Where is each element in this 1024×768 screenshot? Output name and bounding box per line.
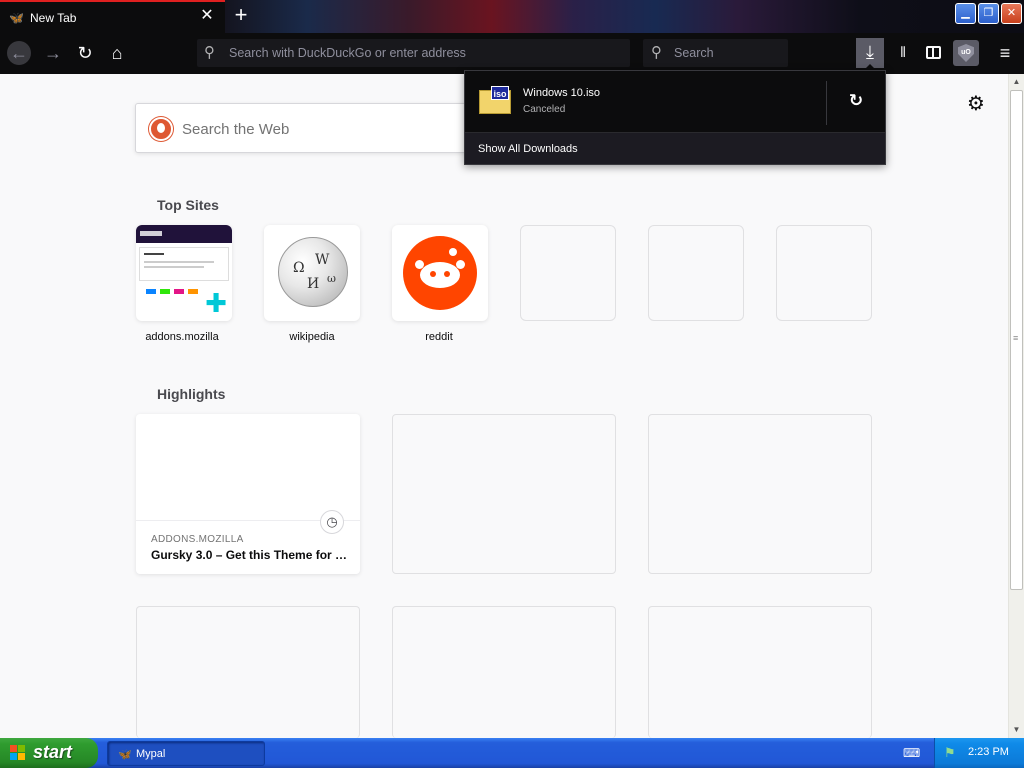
top-site-wikipedia[interactable]: Ω W И ω	[264, 225, 360, 321]
highlight-title: Gursky 3.0 – Get this Theme for …	[151, 548, 348, 562]
tray-clock[interactable]: 2:23 PM	[968, 746, 1009, 758]
highlight-host: ADDONS.MOZILLA	[151, 534, 244, 545]
search-bar[interactable]: ⚲ Search	[643, 39, 788, 67]
address-bar[interactable]: ⚲ Search with DuckDuckGo or enter addres…	[197, 39, 630, 67]
download-item[interactable]: iso Windows 10.iso Canceled ↻	[465, 71, 885, 132]
highlights-heading: Highlights	[157, 386, 226, 402]
forward-arrow-icon[interactable]: →	[41, 41, 65, 65]
search-icon: ⚲	[204, 44, 215, 61]
downloads-panel: iso Windows 10.iso Canceled ↻ Show All D…	[464, 70, 886, 165]
download-file-name: Windows 10.iso	[523, 87, 601, 99]
minimize-window-button[interactable]: ▁	[955, 3, 976, 24]
ublock-badge: uO	[958, 44, 974, 62]
top-site-empty-slot[interactable]	[776, 225, 872, 321]
reddit-logo-icon	[403, 236, 477, 310]
web-search-placeholder: Search the Web	[182, 121, 290, 138]
show-all-downloads-button[interactable]: Show All Downloads	[465, 132, 885, 164]
taskbar-item-mypal[interactable]: 🦋 Mypal	[107, 741, 265, 766]
scroll-down-arrow-icon[interactable]: ▼	[1009, 722, 1024, 737]
top-site-reddit[interactable]	[392, 225, 488, 321]
clock-icon: ◷	[320, 510, 344, 534]
highlight-empty-slot	[392, 414, 616, 574]
close-window-button[interactable]: ✕	[1001, 3, 1022, 24]
retry-download-icon[interactable]: ↻	[842, 89, 870, 113]
iso-file-icon: iso	[479, 86, 511, 114]
top-sites-heading: Top Sites	[157, 197, 219, 213]
tab-new-tab[interactable]: 🦋 New Tab ✕	[0, 0, 225, 33]
gear-icon[interactable]: ⚙	[965, 93, 987, 115]
highlight-card[interactable]: ◷ ADDONS.MOZILLA Gursky 3.0 – Get this T…	[136, 414, 360, 574]
ublock-origin-icon[interactable]: uO	[953, 40, 979, 66]
reload-icon[interactable]: ↻	[73, 41, 97, 65]
top-site-empty-slot[interactable]	[648, 225, 744, 321]
highlight-preview	[136, 414, 360, 521]
close-tab-icon[interactable]: ✕	[199, 8, 215, 24]
highlight-empty-slot	[392, 606, 616, 738]
download-status: Canceled	[523, 104, 566, 115]
highlight-empty-slot	[648, 606, 872, 738]
sidebar-toggle-icon[interactable]	[923, 42, 945, 64]
start-button[interactable]: start	[0, 738, 98, 768]
scrollbar-thumb[interactable]	[1010, 90, 1023, 590]
taskbar-item-label: Mypal	[136, 748, 166, 760]
highlight-empty-slot	[136, 606, 360, 738]
tab-title: New Tab	[30, 11, 77, 25]
hamburger-menu-icon[interactable]: ≡	[994, 41, 1016, 65]
highlight-empty-slot	[648, 414, 872, 574]
web-search-box[interactable]: Search the Web	[135, 103, 480, 153]
puzzle-piece-icon: ✚	[198, 285, 232, 321]
wikipedia-globe-icon: Ω W И ω	[278, 237, 348, 307]
duckduckgo-icon	[149, 117, 173, 141]
show-all-downloads-label: Show All Downloads	[478, 143, 578, 155]
file-type-label: iso	[491, 86, 509, 100]
search-bar-placeholder: Search	[674, 46, 714, 60]
scroll-up-arrow-icon[interactable]: ▲	[1009, 74, 1024, 89]
mypal-icon: 🦋	[118, 749, 132, 761]
restore-window-button[interactable]: ❐	[978, 3, 999, 24]
mypal-icon: 🦋	[9, 11, 24, 25]
address-bar-placeholder: Search with DuckDuckGo or enter address	[229, 46, 466, 60]
top-site-label: wikipedia	[289, 331, 335, 343]
top-site-label: addons.mozilla	[145, 331, 219, 343]
new-tab-button[interactable]: +	[230, 4, 252, 26]
network-tray-icon[interactable]: ⚑	[944, 745, 960, 761]
back-arrow-icon[interactable]: ←	[7, 41, 31, 65]
home-icon[interactable]: ⌂	[105, 41, 129, 65]
search-icon: ⚲	[651, 44, 662, 61]
top-site-label: reddit	[425, 331, 453, 343]
top-site-empty-slot[interactable]	[520, 225, 616, 321]
divider	[826, 81, 827, 125]
top-site-addons-mozilla[interactable]: ✚	[136, 225, 232, 321]
windows-flag-icon	[10, 745, 26, 761]
library-icon[interactable]: 𝍪	[892, 41, 914, 65]
keyboard-icon[interactable]: ⌨	[903, 746, 920, 760]
start-label: start	[33, 742, 73, 762]
